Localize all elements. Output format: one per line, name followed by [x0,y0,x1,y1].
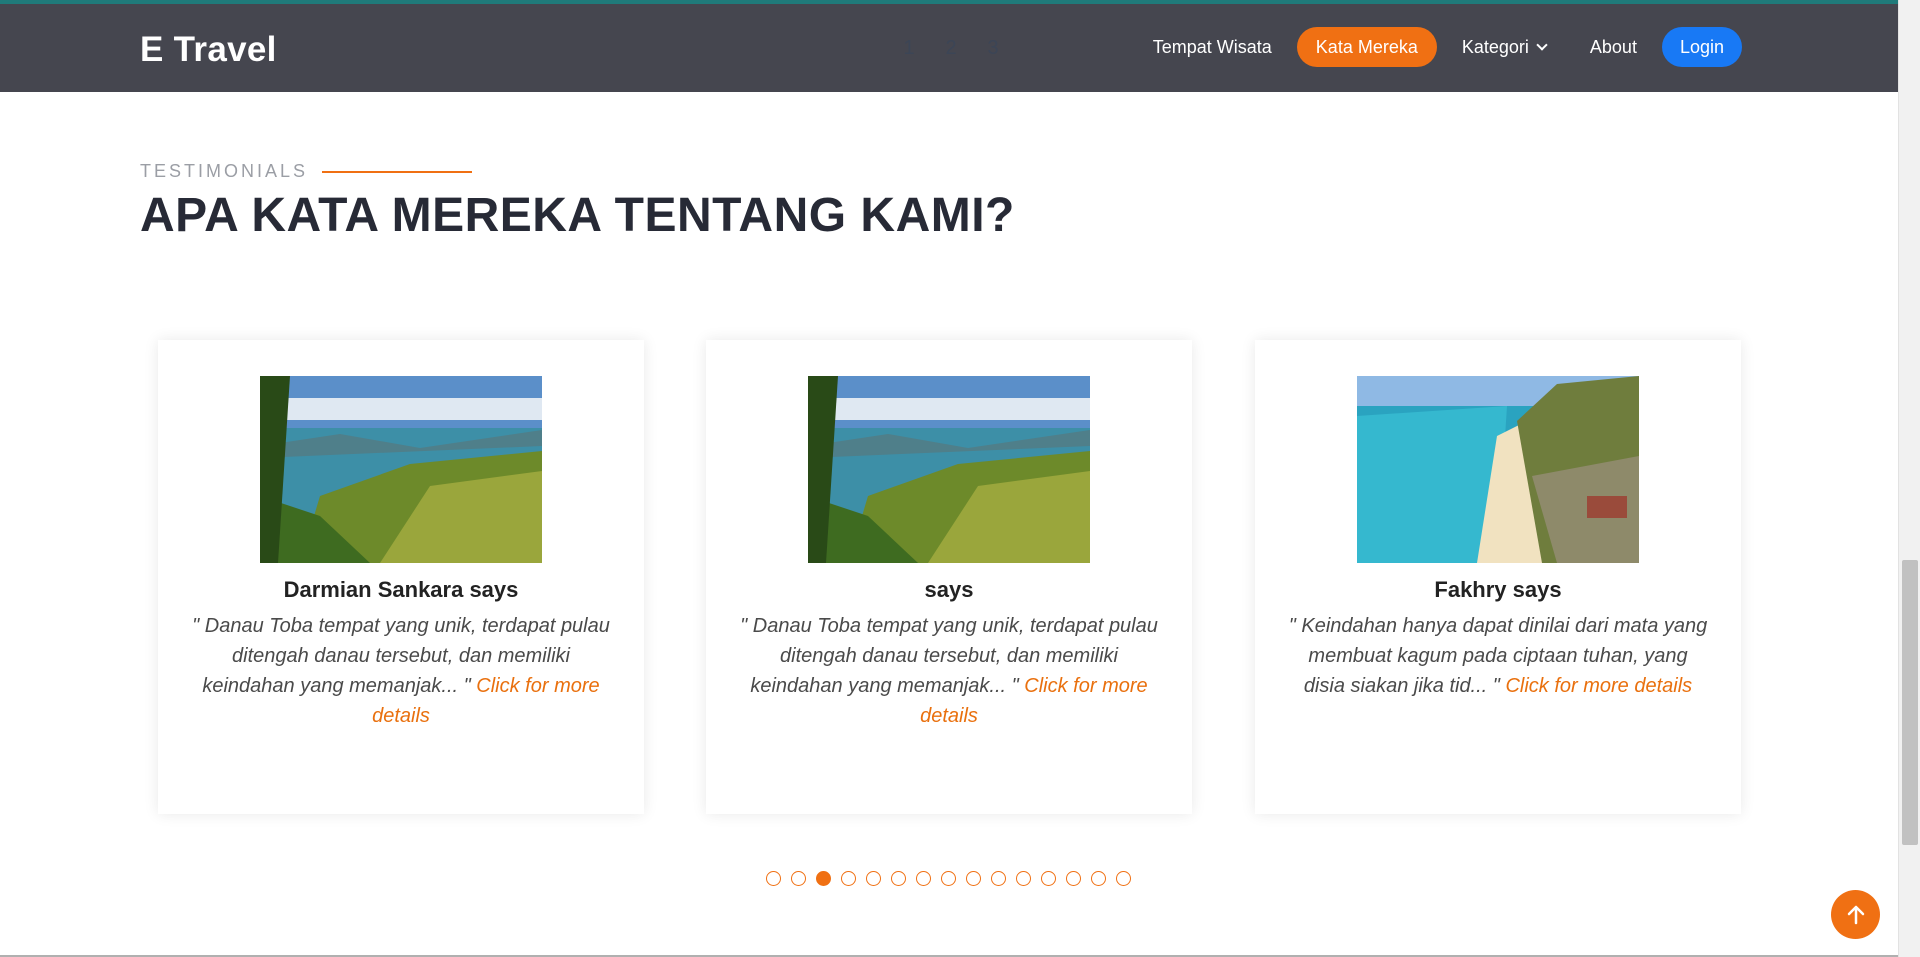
nav-kategori-label: Kategori [1461,37,1529,57]
testimonial-author: Darmian Sankara says [283,577,519,602]
carousel-dot[interactable] [816,871,831,886]
chevron-down-icon [1536,38,1548,51]
arrow-up-icon [1847,905,1864,924]
carousel-pagination [766,871,1141,886]
nav-kategori-dropdown[interactable]: Kategori [1443,27,1565,67]
section-label-line [322,170,473,173]
testimonial-card: says " Danau Toba tempat yang unik, terd… [706,340,1192,814]
carousel-dot[interactable] [941,871,956,886]
carousel-dot[interactable] [916,871,931,886]
back-to-top-button[interactable] [1831,890,1880,939]
carousel-dot[interactable] [1041,871,1056,886]
main-nav: Tempat Wisata Kata Mereka Kategori About… [1128,27,1742,67]
testimonial-quote: " Danau Toba tempat yang unik, terdapat … [191,611,611,731]
section-title: APA KATA MEREKA TENTANG KAMI? [140,189,1015,242]
testimonial-quote: " Danau Toba tempat yang unik, terdapat … [739,611,1159,731]
nav-kata-mereka[interactable]: Kata Mereka [1296,27,1437,67]
page-number-3[interactable]: 3 [972,30,1014,66]
section-label: TESTIMONIALS [140,161,473,182]
section-label-text: TESTIMONIALS [140,161,309,181]
carousel-dot[interactable] [1066,871,1081,886]
carousel-dot[interactable] [841,871,856,886]
carousel-dot[interactable] [791,871,806,886]
page-number-2[interactable]: 2 [930,30,972,66]
testimonial-quote: " Keindahan hanya dapat dinilai dari mat… [1288,611,1708,701]
scrollbar[interactable] [1898,0,1920,957]
carousel-dot[interactable] [866,871,881,886]
navbar: E Travel 1 2 3 Tempat Wisata Kata Mereka… [0,0,1898,92]
carousel-dot[interactable] [766,871,781,886]
carousel-dot[interactable] [1016,871,1031,886]
testimonial-card: Darmian Sankara says " Danau Toba tempat… [158,340,644,814]
carousel-dot[interactable] [891,871,906,886]
carousel-dot[interactable] [1091,871,1106,886]
page-numbers: 1 2 3 [888,30,1014,66]
carousel-dot[interactable] [1116,871,1131,886]
details-link[interactable]: Click for more details [1505,675,1692,697]
testimonial-author: says [924,577,974,602]
brand-logo[interactable]: E Travel [140,30,277,70]
page-number-1[interactable]: 1 [888,30,930,66]
nav-about[interactable]: About [1571,27,1656,67]
top-accent-line [0,0,1898,4]
scrollbar-thumb[interactable] [1902,560,1918,845]
testimonial-card: Fakhry says " Keindahan hanya dapat dini… [1255,340,1741,814]
beach-cliff-photo [1357,376,1639,563]
login-button[interactable]: Login [1661,27,1742,67]
testimonial-author: Fakhry says [1434,577,1562,602]
carousel-dot[interactable] [991,871,1006,886]
lake-toba-photo [808,376,1090,563]
lake-toba-photo [260,376,542,563]
nav-tempat-wisata[interactable]: Tempat Wisata [1134,27,1291,67]
carousel-dot[interactable] [966,871,981,886]
